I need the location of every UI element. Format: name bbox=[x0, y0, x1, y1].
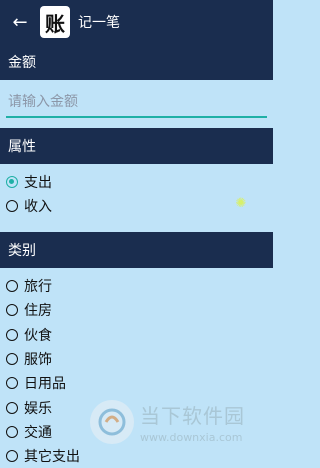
radio-unchecked-icon bbox=[6, 425, 18, 438]
app-logo: 账 bbox=[40, 6, 70, 38]
watermark-logo-icon bbox=[90, 400, 134, 444]
radio-transport-label: 交通 bbox=[24, 424, 52, 441]
radio-expense[interactable]: 支出 bbox=[0, 170, 273, 194]
radio-unchecked-icon bbox=[6, 450, 18, 463]
radio-housing[interactable]: 住房 bbox=[0, 298, 273, 322]
radio-unchecked-icon bbox=[6, 280, 18, 293]
category-section-header: 类别 bbox=[0, 232, 273, 268]
attribute-radio-group: 支出 收入 ✺ bbox=[0, 164, 273, 232]
logo-char: 账 bbox=[45, 11, 65, 36]
arrow-left-icon: ← bbox=[12, 11, 28, 33]
app-bar: ← 账 记一笔 bbox=[0, 0, 273, 44]
amount-section-header: 金额 bbox=[0, 44, 273, 80]
sparkle-icon: ✺ bbox=[235, 196, 247, 211]
back-button[interactable]: ← bbox=[0, 0, 40, 44]
watermark-en: www.downxia.com bbox=[140, 431, 243, 444]
radio-unchecked-icon bbox=[6, 200, 18, 212]
attribute-section-header: 属性 bbox=[0, 128, 273, 164]
page-title: 记一笔 bbox=[78, 15, 120, 31]
radio-unchecked-icon bbox=[6, 377, 18, 390]
radio-clothing-label: 服饰 bbox=[24, 352, 52, 369]
radio-other-expense-label: 其它支出 bbox=[24, 449, 80, 466]
radio-unchecked-icon bbox=[6, 401, 18, 414]
amount-header-label: 金额 bbox=[8, 55, 36, 71]
watermark-cn: 当下软件园 bbox=[140, 404, 245, 428]
radio-unchecked-icon bbox=[6, 353, 18, 366]
radio-travel-label: 旅行 bbox=[24, 279, 52, 296]
radio-food[interactable]: 伙食 bbox=[0, 323, 273, 347]
watermark: 当下软件园 www.downxia.com bbox=[90, 392, 270, 452]
radio-daily-goods-label: 日用品 bbox=[24, 376, 66, 393]
attribute-header-label: 属性 bbox=[8, 139, 36, 155]
radio-income-label: 收入 bbox=[24, 199, 52, 215]
radio-clothing[interactable]: 服饰 bbox=[0, 347, 273, 371]
radio-income[interactable]: 收入 bbox=[0, 194, 273, 218]
watermark-text: 当下软件园 www.downxia.com bbox=[140, 400, 245, 444]
radio-unchecked-icon bbox=[6, 328, 18, 341]
radio-food-label: 伙食 bbox=[24, 327, 52, 344]
radio-travel[interactable]: 旅行 bbox=[0, 274, 273, 298]
amount-field-container bbox=[0, 80, 273, 128]
radio-unchecked-icon bbox=[6, 304, 18, 317]
amount-input[interactable] bbox=[6, 88, 267, 118]
radio-entertainment-label: 娱乐 bbox=[24, 400, 52, 417]
radio-checked-icon bbox=[6, 176, 18, 188]
radio-housing-label: 住房 bbox=[24, 303, 52, 320]
category-header-label: 类别 bbox=[8, 243, 36, 259]
radio-expense-label: 支出 bbox=[24, 175, 52, 191]
